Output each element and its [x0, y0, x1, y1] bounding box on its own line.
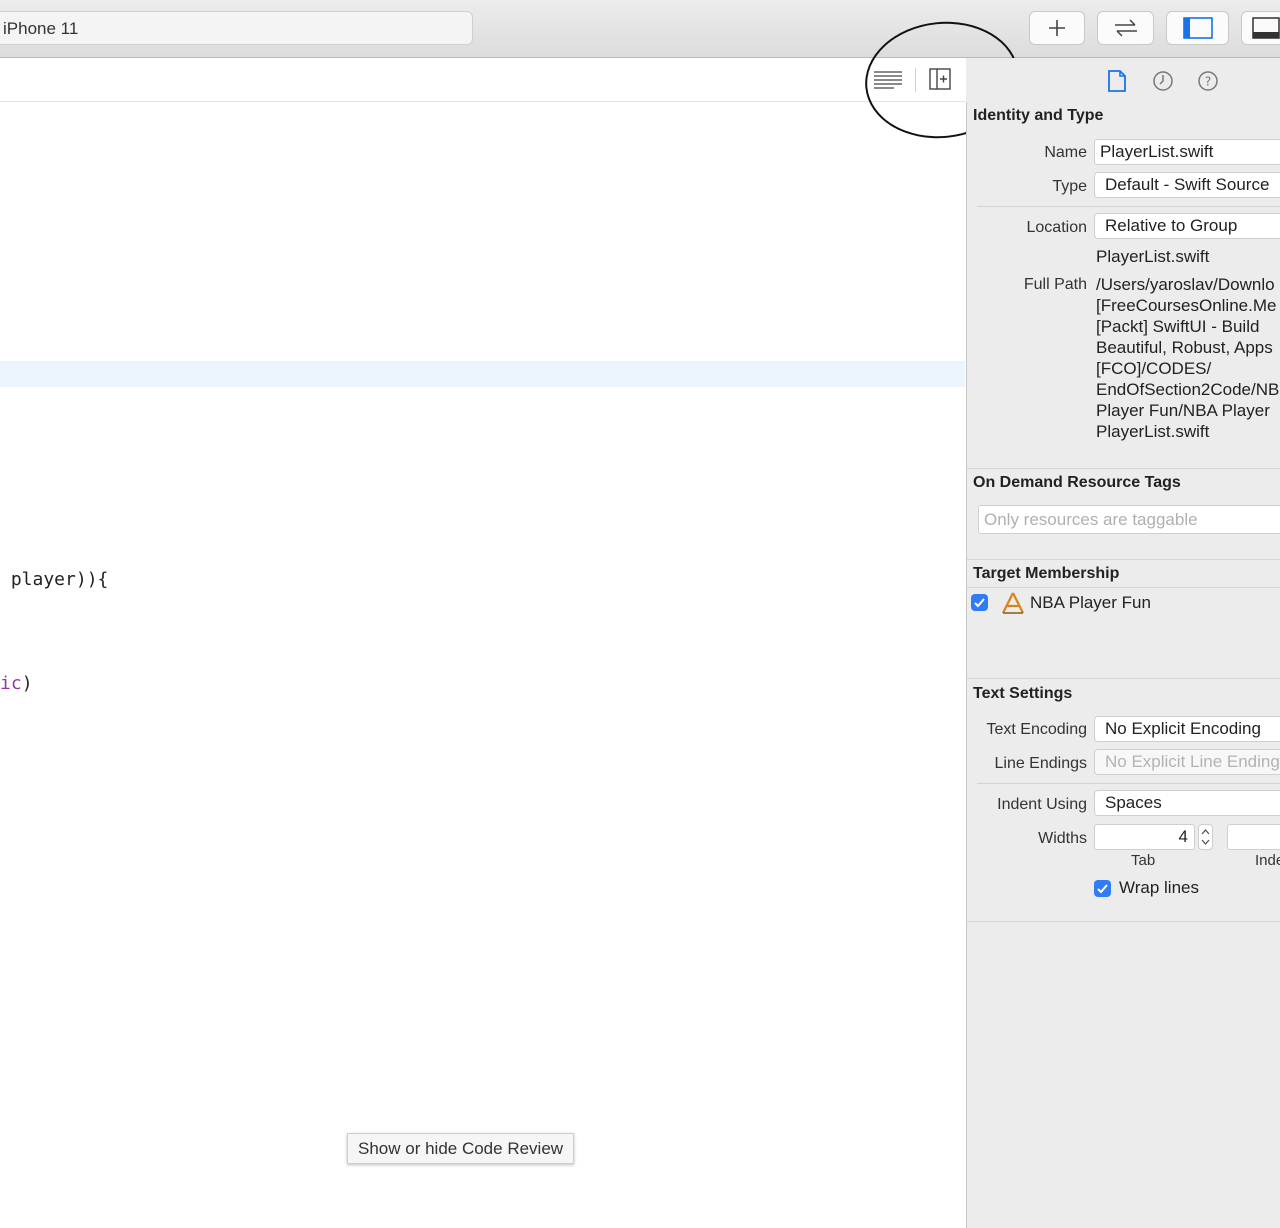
- location-popup[interactable]: Relative to Group: [1094, 213, 1280, 239]
- tooltip: Show or hide Code Review: [347, 1133, 575, 1164]
- code-line: ic): [0, 673, 33, 694]
- section-title-on-demand: On Demand Resource Tags: [973, 474, 1181, 491]
- full-path-value: /Users/yaroslav/Downlo [FreeCoursesOnlin…: [1096, 274, 1280, 442]
- section-separator: [967, 678, 1280, 679]
- text-encoding-label: Text Encoding: [986, 721, 1087, 738]
- name-label: Name: [1044, 144, 1087, 161]
- navigator-toggle-button[interactable]: [1166, 11, 1229, 45]
- full-path-line: /Users/yaroslav/Downlo: [1096, 275, 1275, 294]
- section-separator: [967, 921, 1280, 922]
- scheme-selector[interactable]: iPhone 11: [0, 11, 473, 45]
- divider: [977, 206, 1280, 207]
- divider: [977, 783, 1280, 784]
- full-path-line: [FreeCoursesOnline.Me: [1096, 296, 1277, 315]
- source-editor[interactable]: [0, 102, 965, 1228]
- wrap-lines-label: Wrap lines: [1119, 878, 1199, 897]
- tab-width-field[interactable]: 4: [1094, 824, 1195, 850]
- line-endings-label: Line Endings: [994, 755, 1087, 772]
- checkmark-icon: [974, 598, 985, 608]
- bottom-panel-icon: [1252, 17, 1280, 39]
- full-path-line: [Packt] SwiftUI - Build: [1096, 317, 1260, 336]
- help-icon: ?: [1198, 71, 1218, 91]
- indent-width-field[interactable]: [1227, 824, 1280, 850]
- library-add-button[interactable]: [1029, 11, 1085, 45]
- app-target-icon: [1000, 591, 1026, 620]
- location-label: Location: [1026, 219, 1088, 236]
- indent-using-popup[interactable]: Spaces: [1094, 790, 1280, 816]
- code-line: player)){: [0, 569, 109, 590]
- full-path-line: PlayerList.swift: [1096, 422, 1210, 441]
- full-path-label: Full Path: [1023, 276, 1087, 293]
- section-separator: [967, 559, 1280, 560]
- target-checkbox[interactable]: [971, 594, 988, 611]
- tab-caption: Tab: [1131, 852, 1156, 869]
- section-separator: [967, 587, 1280, 588]
- type-label: Type: [1052, 178, 1087, 195]
- checkmark-icon: [1097, 884, 1108, 894]
- code-token: ic: [0, 673, 22, 694]
- svg-text:?: ?: [1205, 75, 1211, 89]
- full-path-line: [FCO]/CODES/: [1096, 359, 1212, 378]
- swap-arrows-icon: [1114, 19, 1137, 37]
- code-review-toggle-button[interactable]: [1097, 11, 1154, 45]
- type-popup[interactable]: Default - Swift Source: [1094, 172, 1280, 198]
- file-icon: [1108, 70, 1126, 92]
- clock-icon: [1153, 71, 1173, 91]
- location-filename: PlayerList.swift: [1096, 247, 1210, 266]
- current-line-highlight: [0, 361, 965, 387]
- left-panel-icon: [1182, 17, 1213, 39]
- toolbar: iPhone 11: [0, 0, 1280, 58]
- indent-caption: Inde: [1255, 852, 1280, 869]
- tab-file-inspector[interactable]: [1107, 70, 1127, 97]
- tab-quick-help[interactable]: ?: [1197, 70, 1219, 97]
- full-path-line: EndOfSection2Code/NB: [1096, 380, 1280, 399]
- widths-label: Widths: [1038, 830, 1087, 847]
- name-field[interactable]: PlayerList.swift: [1094, 139, 1280, 165]
- tab-width-stepper[interactable]: [1198, 824, 1213, 850]
- text-encoding-popup[interactable]: No Explicit Encoding: [1094, 716, 1280, 742]
- debug-area-toggle-button[interactable]: [1241, 11, 1280, 45]
- wrap-lines-checkbox[interactable]: [1094, 880, 1111, 897]
- section-title-target-membership: Target Membership: [973, 565, 1120, 582]
- editor-jump-bar: [0, 58, 965, 102]
- stepper-arrows-icon: [1201, 829, 1210, 845]
- tab-history-inspector[interactable]: [1152, 70, 1174, 97]
- code-token: ): [21, 673, 33, 694]
- line-endings-popup[interactable]: No Explicit Line Ending: [1094, 749, 1280, 775]
- section-separator: [967, 468, 1280, 469]
- plus-icon: [1049, 20, 1065, 36]
- section-title-identity: Identity and Type: [973, 107, 1104, 124]
- target-name: NBA Player Fun: [1030, 593, 1151, 612]
- indent-using-label: Indent Using: [997, 796, 1087, 813]
- inspector-tabs: ?: [966, 58, 1280, 102]
- section-title-text-settings: Text Settings: [973, 685, 1073, 702]
- resource-tags-field[interactable]: Only resources are taggable: [978, 505, 1280, 534]
- full-path-line: Player Fun/NBA Player: [1096, 401, 1270, 420]
- full-path-line: Beautiful, Robust, Apps: [1096, 338, 1273, 357]
